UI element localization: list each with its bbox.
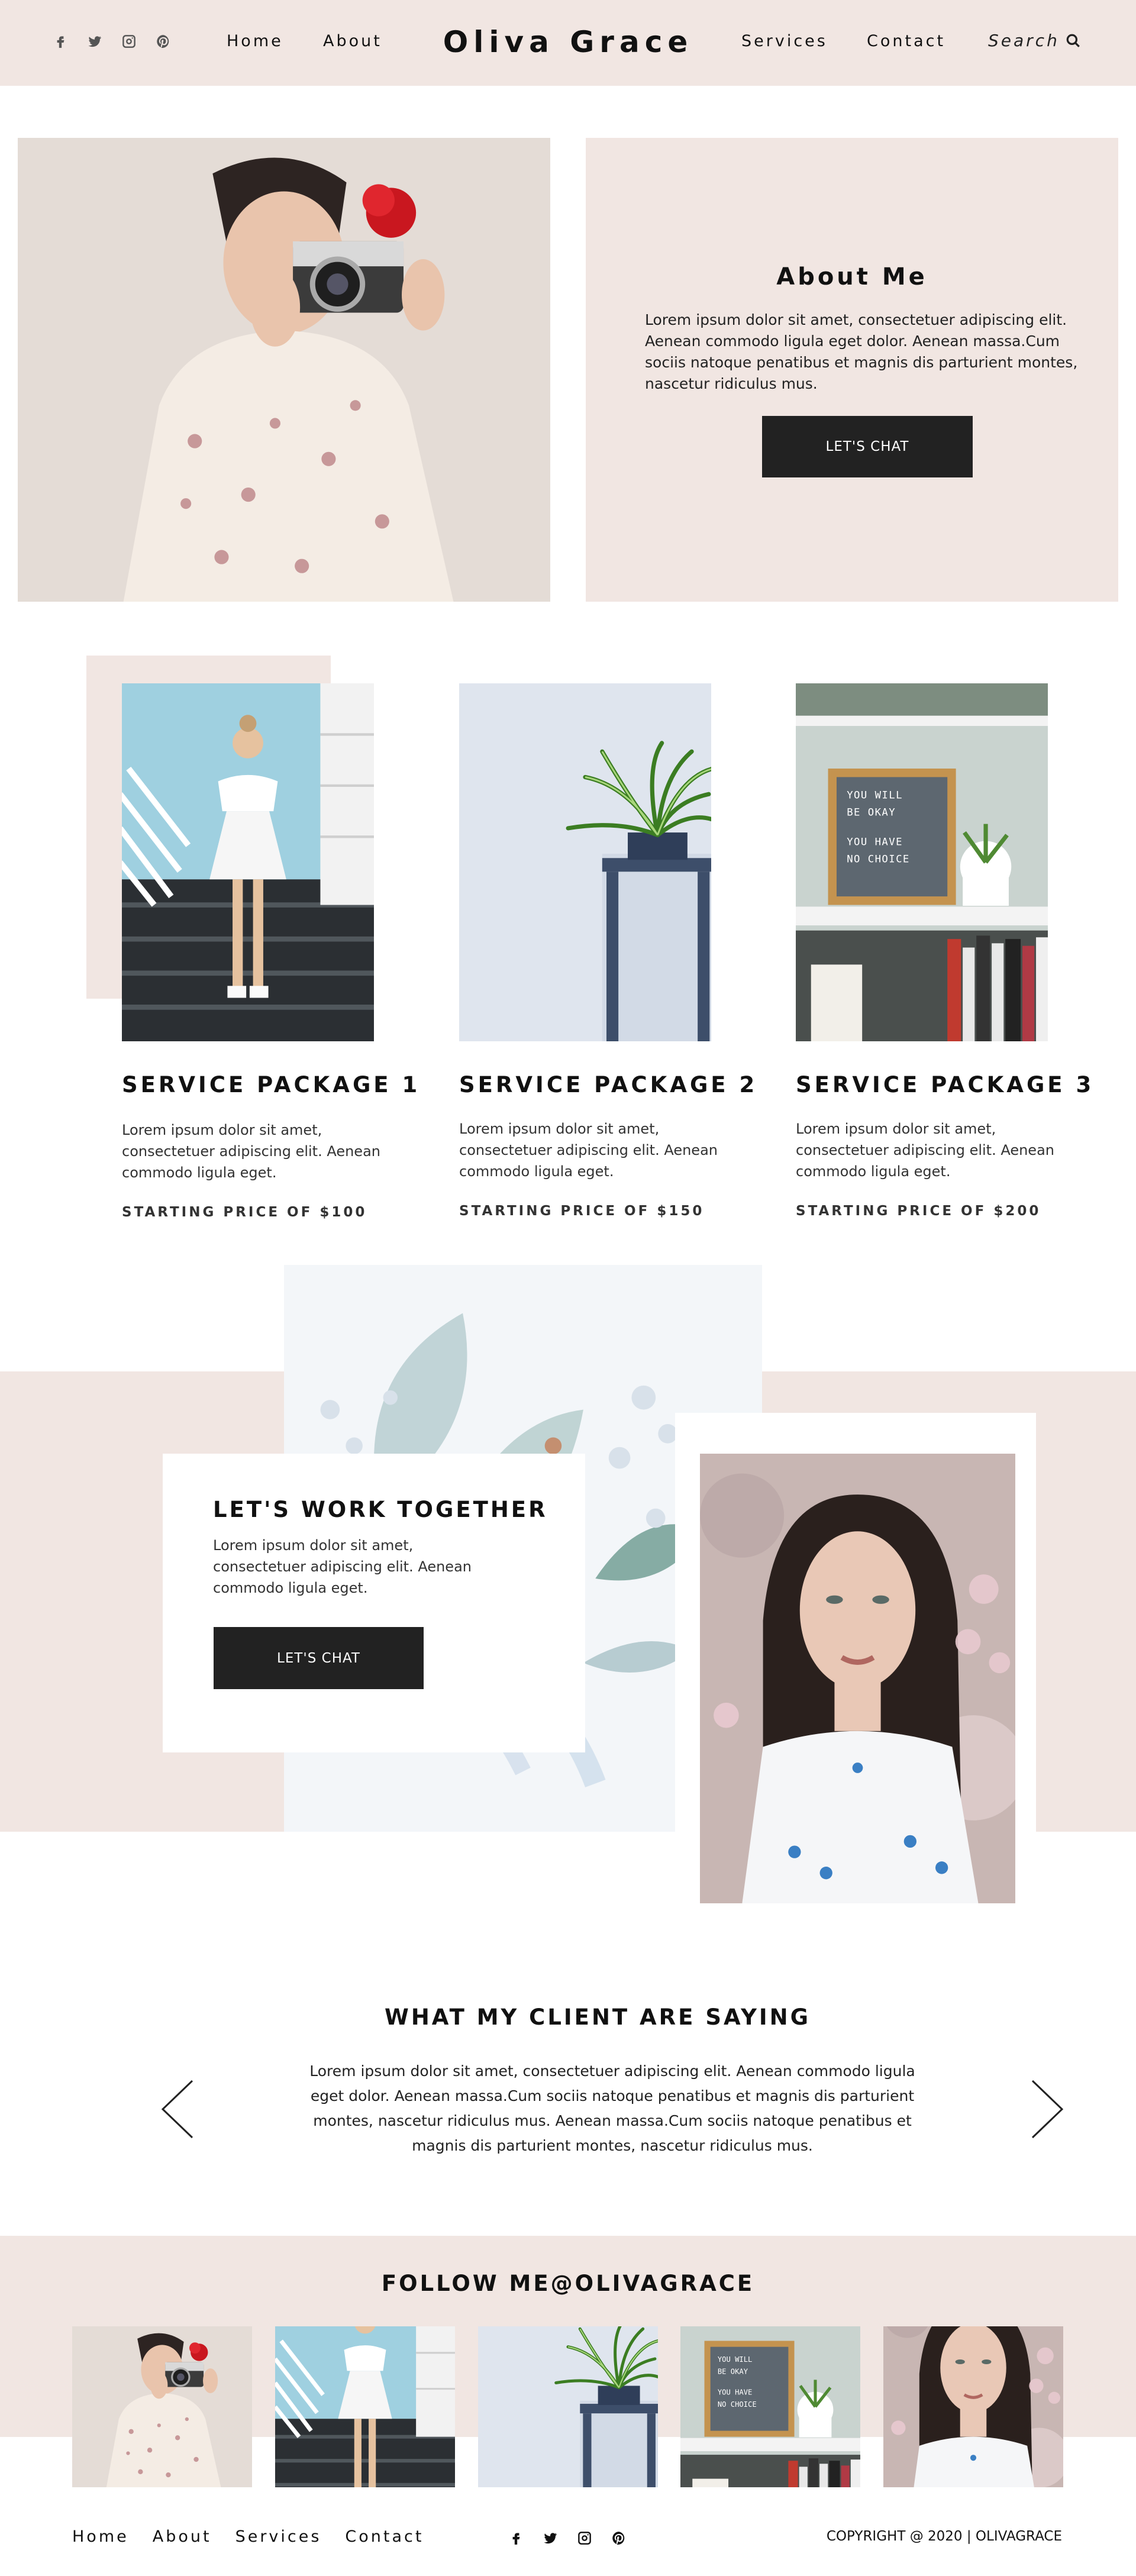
copyright: COPYRIGHT @ 2020 | OLIVAGRACE — [826, 2529, 1062, 2544]
facebook-icon[interactable] — [508, 2530, 524, 2546]
instagram-icon[interactable] — [121, 33, 137, 50]
portrait-photo — [700, 1454, 1015, 1903]
service-3-price: STARTING PRICE OF $200 — [796, 1203, 1041, 1219]
instagram-thumb-1[interactable] — [72, 2326, 252, 2487]
letterboard-line-2: BE OKAY — [847, 806, 896, 818]
nav-about[interactable]: About — [323, 32, 382, 50]
work-title: LET'S WORK TOGETHER — [213, 1497, 548, 1522]
footer-social — [508, 2530, 627, 2546]
footer-nav-about[interactable]: About — [153, 2527, 212, 2546]
service-1-desc: Lorem ipsum dolor sit amet, consectetuer… — [122, 1122, 380, 1181]
footer-nav-home[interactable]: Home — [72, 2527, 129, 2546]
thumb-letterboard-line-2: BE OKAY — [718, 2367, 748, 2375]
search-label: Search — [988, 31, 1060, 50]
testimonials-title: WHAT MY CLIENT ARE SAYING — [385, 2004, 811, 2030]
about-photo — [18, 138, 550, 602]
service-3-desc: Lorem ipsum dolor sit amet, consectetuer… — [796, 1121, 1054, 1180]
prev-arrow-icon[interactable] — [160, 2080, 195, 2139]
service-2-photo — [459, 683, 711, 1041]
next-arrow-icon[interactable] — [1030, 2080, 1065, 2139]
header-social — [52, 33, 172, 50]
instagram-thumb-5[interactable] — [883, 2326, 1063, 2487]
letterboard-line-3: YOU HAVE — [847, 837, 903, 848]
thumb-letterboard-line-4: NO CHOICE — [718, 2400, 757, 2409]
pinterest-icon[interactable] — [155, 33, 172, 50]
service-2-desc: Lorem ipsum dolor sit amet, consectetuer… — [459, 1121, 718, 1180]
twitter-icon[interactable] — [86, 33, 103, 50]
facebook-icon[interactable] — [52, 33, 69, 50]
work-body: Lorem ipsum dolor sit amet, consectetuer… — [213, 1537, 472, 1596]
testimonial-text: Lorem ipsum dolor sit amet, consectetuer… — [309, 2062, 915, 2154]
header: Home About Oliva Grace Services Contact … — [0, 0, 1136, 86]
nav-home[interactable]: Home — [227, 32, 283, 50]
instagram-thumb-4[interactable]: YOU WILL BE OKAY YOU HAVE NO CHOICE — [680, 2326, 860, 2487]
about-body: Lorem ipsum dolor sit amet, consectetuer… — [645, 311, 1078, 392]
twitter-icon[interactable] — [542, 2530, 559, 2546]
service-1-price: STARTING PRICE OF $100 — [122, 1205, 367, 1220]
service-3-title: SERVICE PACKAGE 3 — [796, 1072, 1095, 1097]
footer-nav-contact[interactable]: Contact — [345, 2527, 424, 2546]
pinterest-icon[interactable] — [611, 2530, 627, 2546]
nav-services[interactable]: Services — [741, 32, 828, 50]
thumb-letterboard-line-1: YOU WILL — [718, 2355, 753, 2364]
instagram-thumb-3[interactable] — [478, 2326, 658, 2487]
service-3-photo: YOU WILL BE OKAY YOU HAVE NO CHOICE — [796, 683, 1048, 1041]
thumb-letterboard-line-3: YOU HAVE — [718, 2388, 753, 2397]
follow-title: FOLLOW ME@OLIVAGRACE — [381, 2271, 755, 2296]
work-chat-button[interactable]: LET'S CHAT — [214, 1627, 424, 1689]
service-1-photo — [122, 683, 374, 1041]
instagram-icon[interactable] — [576, 2530, 593, 2546]
about-chat-button[interactable]: LET'S CHAT — [762, 416, 973, 477]
instagram-thumb-2[interactable] — [275, 2326, 455, 2487]
about-title: About Me — [776, 263, 928, 290]
footer-nav-services[interactable]: Services — [235, 2527, 322, 2546]
service-2-price: STARTING PRICE OF $150 — [459, 1203, 705, 1219]
service-1-title: SERVICE PACKAGE 1 — [122, 1072, 421, 1097]
letterboard-line-4: NO CHOICE — [847, 854, 910, 866]
footer-nav: Home About Services Contact — [72, 2527, 424, 2546]
search-icon — [1066, 34, 1080, 47]
nav-contact[interactable]: Contact — [867, 32, 945, 50]
service-2-title: SERVICE PACKAGE 2 — [459, 1072, 758, 1097]
search-button[interactable]: Search — [988, 31, 1081, 50]
letterboard-line-1: YOU WILL — [847, 789, 903, 801]
